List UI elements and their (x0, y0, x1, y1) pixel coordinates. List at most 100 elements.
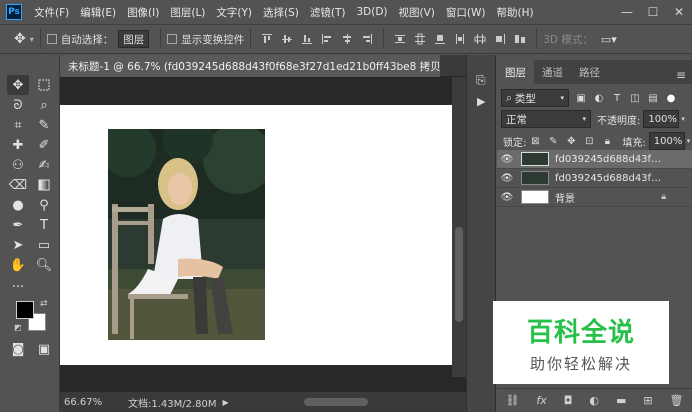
foreground-color-swatch[interactable] (16, 301, 34, 319)
auto-align-icon[interactable] (514, 33, 526, 45)
menu-view[interactable]: 视图(V) (399, 5, 435, 20)
layer-row[interactable]: 👁︎ 背景 🔒︎ (497, 188, 692, 207)
filter-smart-object-icon[interactable]: ▤ (647, 92, 659, 104)
dodge-tool-icon[interactable]: ⚲ (33, 195, 55, 215)
blend-mode-dropdown[interactable]: 正常 ▾ (501, 110, 591, 128)
filter-type-icon[interactable]: T (611, 92, 623, 104)
fill-chevron-icon[interactable]: ▾ (687, 137, 691, 145)
filter-adjustment-icon[interactable]: ◐ (593, 92, 605, 104)
menu-window[interactable]: 窗口(W) (446, 5, 486, 20)
vertical-scroll-thumb[interactable] (455, 227, 463, 322)
maximize-button[interactable]: ☐ (640, 0, 666, 24)
menu-help[interactable]: 帮助(H) (497, 5, 534, 20)
menu-layer[interactable]: 图层(L) (170, 5, 205, 20)
canvas[interactable] (60, 105, 452, 365)
layer-style-icon[interactable]: fx (536, 394, 546, 407)
blur-tool-icon[interactable]: ● (7, 195, 29, 215)
show-transform-checkbox[interactable] (167, 34, 178, 44)
tab-layers[interactable]: 图层 (497, 60, 534, 84)
new-layer-icon[interactable]: ⊞ (643, 394, 652, 407)
menu-3d[interactable]: 3D(D) (356, 6, 387, 18)
tab-paths[interactable]: 路径 (571, 60, 608, 84)
rectangle-tool-icon[interactable]: ▭ (33, 235, 55, 255)
distribute-top-icon[interactable] (394, 33, 406, 45)
new-group-icon[interactable]: ▬ (616, 394, 626, 407)
menu-edit[interactable]: 编辑(E) (80, 5, 116, 20)
menu-select[interactable]: 选择(S) (263, 5, 299, 20)
gradient-tool-icon[interactable] (33, 175, 55, 195)
quick-select-tool-icon[interactable]: ⌕ (33, 95, 55, 115)
lock-pixels-icon[interactable]: ✎ (547, 135, 559, 147)
tab-channels[interactable]: 通道 (534, 60, 571, 84)
layer-name[interactable]: fd039245d688d43f0f68e3... (555, 154, 667, 165)
healing-brush-tool-icon[interactable]: ✚ (7, 135, 29, 155)
new-adjustment-icon[interactable]: ◐ (589, 394, 599, 407)
zoom-level[interactable]: 66.67% (64, 397, 116, 408)
move-tool-icon[interactable]: ✥ (7, 75, 29, 95)
screen-mode-icon[interactable]: ▣ (33, 339, 55, 359)
move-tool-icon[interactable]: ✥ (14, 31, 26, 47)
lock-all-icon[interactable]: 🔒︎ (601, 135, 613, 147)
crop-tool-icon[interactable]: ⌗ (7, 115, 29, 135)
auto-select-checkbox[interactable] (46, 34, 57, 44)
link-layers-icon[interactable]: ⛓ (505, 394, 519, 407)
quick-mask-icon[interactable]: ◙ (7, 339, 29, 359)
lock-transparent-icon[interactable]: ⊠ (529, 135, 541, 147)
distribute-right-icon[interactable] (494, 33, 506, 45)
opacity-chevron-icon[interactable]: ▾ (681, 115, 685, 123)
workspace-icon[interactable]: ▭▾ (601, 33, 617, 46)
status-menu-icon[interactable]: ▶ (223, 398, 229, 407)
zoom-tool-icon[interactable]: 🔍︎ (33, 255, 55, 275)
align-bottom-icon[interactable] (301, 33, 313, 45)
layer-row[interactable]: 👁︎ fd039245d688d43f0f68e3... (497, 169, 692, 188)
history-brush-tool-icon[interactable]: ✍ (33, 155, 55, 175)
close-button[interactable]: ✕ (666, 0, 692, 24)
horizontal-scroll-thumb[interactable] (304, 398, 368, 406)
opacity-input[interactable]: 100% (643, 110, 680, 128)
tool-preset-chevron-icon[interactable]: ▾ (30, 35, 34, 44)
swap-colors-icon[interactable]: ⇄ (40, 299, 48, 309)
filter-shape-icon[interactable]: ◫ (629, 92, 641, 104)
layer-name[interactable]: fd039245d688d43f0f68e3... (555, 173, 667, 184)
distribute-bottom-icon[interactable] (434, 33, 446, 45)
path-select-tool-icon[interactable]: ➤ (7, 235, 29, 255)
clone-stamp-tool-icon[interactable]: ⚇ (7, 155, 29, 175)
menu-image[interactable]: 图像(I) (127, 5, 159, 20)
vertical-scrollbar[interactable] (452, 77, 466, 377)
distribute-left-icon[interactable] (454, 33, 466, 45)
layer-row[interactable]: 👁︎ fd039245d688d43f0f68e3... (497, 150, 692, 169)
layer-name[interactable]: 背景 (555, 190, 667, 205)
align-right-icon[interactable] (361, 33, 373, 45)
align-left-icon[interactable] (321, 33, 333, 45)
visibility-eye-icon[interactable]: 👁︎ (497, 154, 517, 165)
filter-toggle-icon[interactable]: ● (665, 92, 677, 104)
marquee-tool-icon[interactable] (33, 75, 55, 95)
visibility-eye-icon[interactable]: 👁︎ (497, 173, 517, 184)
lock-position-icon[interactable]: ✥ (565, 135, 577, 147)
filter-pixel-icon[interactable]: ▣ (575, 92, 587, 104)
eraser-tool-icon[interactable]: ⌫ (7, 175, 29, 195)
document-tab[interactable]: 未标题-1 @ 66.7% (fd039245d688d43f0f68e3f27… (60, 55, 440, 77)
panel-menu-icon[interactable]: ≡ (676, 68, 686, 82)
brush-tool-icon[interactable]: ✐ (33, 135, 55, 155)
minimize-button[interactable]: — (614, 0, 640, 24)
add-mask-icon[interactable]: ◘ (564, 394, 573, 407)
more-tools-icon[interactable]: ··· (7, 277, 29, 297)
actions-panel-icon[interactable]: ▶ (477, 95, 485, 108)
lasso-tool-icon[interactable]: ᘐ (7, 95, 29, 115)
pen-tool-icon[interactable]: ✒ (7, 215, 29, 235)
hand-tool-icon[interactable]: ✋ (7, 255, 29, 275)
align-vcenter-icon[interactable] (281, 33, 293, 45)
align-top-icon[interactable] (261, 33, 273, 45)
fill-input[interactable]: 100% (648, 132, 685, 150)
eyedropper-tool-icon[interactable]: ✎ (33, 115, 55, 135)
distribute-vcenter-icon[interactable] (414, 33, 426, 45)
layer-filter-dropdown[interactable]: ⌕ 类型 ▾ (501, 89, 569, 107)
type-tool-icon[interactable]: T (33, 215, 55, 235)
distribute-hcenter-icon[interactable] (474, 33, 486, 45)
align-hcenter-icon[interactable] (341, 33, 353, 45)
delete-layer-icon[interactable]: 🗑︎ (669, 394, 683, 407)
visibility-eye-icon[interactable]: 👁︎ (497, 192, 517, 203)
history-panel-icon[interactable]: ⎘ (476, 73, 486, 88)
menu-type[interactable]: 文字(Y) (216, 5, 252, 20)
